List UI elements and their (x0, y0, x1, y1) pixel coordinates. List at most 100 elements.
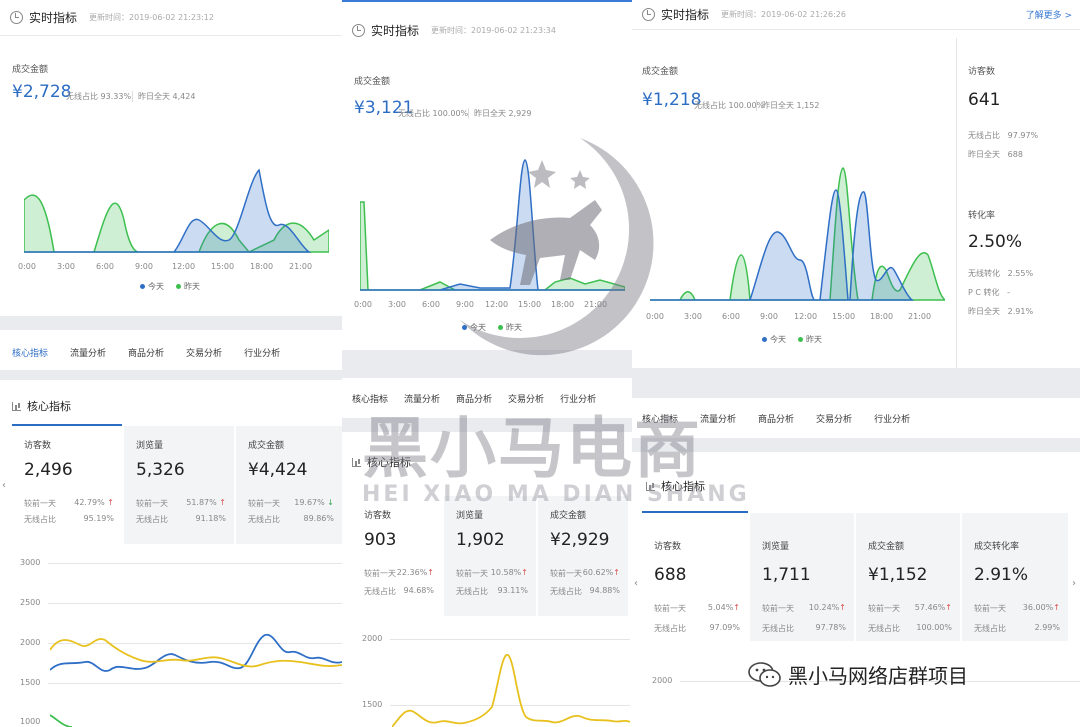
watermark-cn: 黑小马电商 (362, 410, 702, 487)
side-conv-yesterday: 昨日全天 2.91% (968, 307, 1034, 316)
y-tick: 2000 (20, 638, 41, 647)
side-conv-wireless: 无线转化 2.55% (968, 269, 1034, 278)
metric-value: ¥1,218 (642, 90, 702, 110)
series-today-area (24, 168, 312, 253)
x-tick: 9:00 (135, 262, 153, 271)
x-tick: 0:00 (18, 262, 36, 271)
x-tick: 3:00 (388, 300, 406, 309)
trend-chart (392, 654, 630, 727)
section-title: 核心指标 (12, 398, 71, 414)
trend-line-yellow (392, 654, 630, 727)
corner-watermark: 黑小马网络店群项目 (748, 660, 968, 689)
clock-icon (10, 11, 23, 24)
metric-card-pageviews[interactable]: 浏览量 5,326 较前一天 51.87% ↑ 无线占比 91.18% (124, 426, 234, 544)
chart-icon (352, 457, 361, 467)
panel-header: 实时指标 更新时间：2019-06-02 21:23:34 (342, 12, 632, 48)
metric-yesterday: 昨日全天 2,929 (468, 108, 531, 119)
wechat-icon (748, 661, 781, 687)
x-tick: 6:00 (722, 312, 740, 321)
realtime-panel-3: 实时指标 更新时间：2019-06-02 21:26:26 了解更多 > 成交金… (632, 0, 1080, 368)
side-conversion-value: 2.50% (968, 232, 1023, 252)
tab-product[interactable]: 商品分析 (758, 412, 794, 425)
y-tick: 1500 (20, 678, 41, 687)
x-tick: 15:00 (832, 312, 856, 321)
metric-value: ¥2,728 (12, 82, 72, 102)
chevron-right-icon[interactable]: › (1072, 578, 1076, 589)
metric-card-visitors[interactable]: 访客数 903 较前一天 22.36%↑ 无线占比 94.68% (352, 496, 442, 616)
tab-industry[interactable]: 行业分析 (874, 412, 910, 425)
trend-line-blue (50, 634, 342, 672)
trend-line-green (50, 714, 73, 727)
trend-chart (50, 634, 342, 727)
tab-product[interactable]: 商品分析 (128, 346, 164, 359)
y-tick: 1000 (20, 717, 41, 726)
series-today-area (650, 189, 915, 301)
metric-card-pageviews[interactable]: 浏览量 1,902 较前一天 10.58%↑ 无线占比 93.11% (444, 496, 536, 616)
chart-legend: 今天 昨天 (762, 334, 822, 345)
x-tick: 12:00 (794, 312, 818, 321)
legend-yesterday[interactable]: 昨天 (176, 281, 200, 292)
side-divider (956, 38, 957, 368)
metric-yesterday: 昨日全天 1,152 (756, 100, 819, 111)
x-tick: 6:00 (96, 262, 114, 271)
update-time: 更新时间：2019-06-02 21:23:12 (89, 13, 214, 22)
chevron-left-icon[interactable]: ‹ (2, 480, 6, 491)
tab-core[interactable]: 核心指标 (12, 346, 48, 359)
metric-card-visitors[interactable]: 访客数 2,496 较前一天 42.79% ↑ 无线占比 95.19% (12, 426, 122, 544)
metric-yesterday: 昨日全天 4,424 (132, 91, 195, 102)
side-visitors-yesterday: 昨日全天 688 (968, 150, 1023, 159)
metric-wireless: 无线占比 93.33% (66, 92, 132, 101)
metric-card-sales[interactable]: 成交金额 ¥2,929 较前一天 60.62%↑ 无线占比 94.88% (538, 496, 628, 616)
legend-today[interactable]: 今天 (140, 281, 164, 292)
realtime-chart (650, 167, 945, 301)
chart-legend: 今天 昨天 (140, 281, 200, 292)
panel-title: 实时指标 (661, 8, 710, 22)
y-tick: 1500 (362, 700, 383, 709)
side-conv-pc: P C 转化 - (968, 288, 1011, 297)
x-tick: 18:00 (870, 312, 894, 321)
x-tick: 3:00 (684, 312, 702, 321)
clock-icon (352, 23, 365, 37)
metric-label: 成交金额 (12, 65, 49, 75)
x-tick: 0:00 (354, 300, 372, 309)
legend-today[interactable]: 今天 (762, 334, 786, 345)
legend-yesterday[interactable]: 昨天 (798, 334, 822, 345)
horse-logo-icon (460, 138, 654, 356)
metric-card-visitors[interactable]: 访客数 688 较前一天 5.04%↑ 无线占比 97.09% (642, 513, 748, 641)
core-metrics-panel-1: 核心指标 访客数 2,496 较前一天 42.79% ↑ 无线占比 95.19% 浏… (0, 380, 342, 727)
y-tick: 3000 (20, 558, 41, 567)
metric-card-sales[interactable]: 成交金额 ¥4,424 较前一天 19.67% ↓ 无线占比 89.86% (236, 426, 342, 544)
metric-card-conversion[interactable]: 成交转化率 2.91% 较前一天 36.00%↑ 无线占比 2.99% (962, 513, 1068, 641)
metric-card-pageviews[interactable]: 浏览量 1,711 较前一天 10.24%↑ 无线占比 97.78% (750, 513, 854, 641)
learn-more-link[interactable]: 了解更多 > (1026, 8, 1072, 21)
watermark-en: HEI XIAO MA DIAN SHANG (362, 482, 750, 507)
x-tick: 21:00 (908, 312, 932, 321)
tab-industry[interactable]: 行业分析 (244, 346, 280, 359)
clock-icon (642, 8, 655, 21)
y-tick: 2000 (652, 676, 673, 685)
metric-label: 成交金额 (354, 77, 391, 87)
x-tick: 18:00 (250, 262, 274, 271)
metric-card-sales[interactable]: 成交金额 ¥1,152 较前一天 57.46%↑ 无线占比 100.00% (856, 513, 960, 641)
tab-trade[interactable]: 交易分析 (816, 412, 852, 425)
realtime-panel-1: 实时指标 更新时间：2019-06-02 21:23:12 成交金额 ¥2,72… (0, 0, 342, 316)
tab-traffic[interactable]: 流量分析 (700, 412, 736, 425)
metric-wireless: 无线占比 100.00% (398, 109, 469, 118)
side-visitors-value: 641 (968, 90, 1001, 110)
metric-wireless: 无线占比 100.00% (694, 101, 765, 110)
tab-trade[interactable]: 交易分析 (186, 346, 222, 359)
side-visitors-wireless: 无线占比 97.97% (968, 131, 1039, 140)
update-time: 更新时间：2019-06-02 21:23:34 (431, 25, 556, 35)
panel-title: 实时指标 (371, 23, 420, 38)
chart-icon (12, 401, 21, 411)
panel-header: 实时指标 更新时间：2019-06-02 21:23:12 (0, 0, 342, 36)
y-tick: 2500 (20, 598, 41, 607)
side-visitors-label: 访客数 (968, 67, 996, 77)
x-tick: 15:00 (211, 262, 235, 271)
tabs-bar-1: 核心指标 流量分析 商品分析 交易分析 行业分析 (0, 330, 342, 370)
chevron-left-icon[interactable]: ‹ (634, 578, 638, 589)
tab-traffic[interactable]: 流量分析 (70, 346, 106, 359)
metric-label: 成交金额 (642, 67, 679, 77)
tab-list: 核心指标 流量分析 商品分析 交易分析 行业分析 (12, 346, 302, 359)
x-tick: 12:00 (172, 262, 196, 271)
